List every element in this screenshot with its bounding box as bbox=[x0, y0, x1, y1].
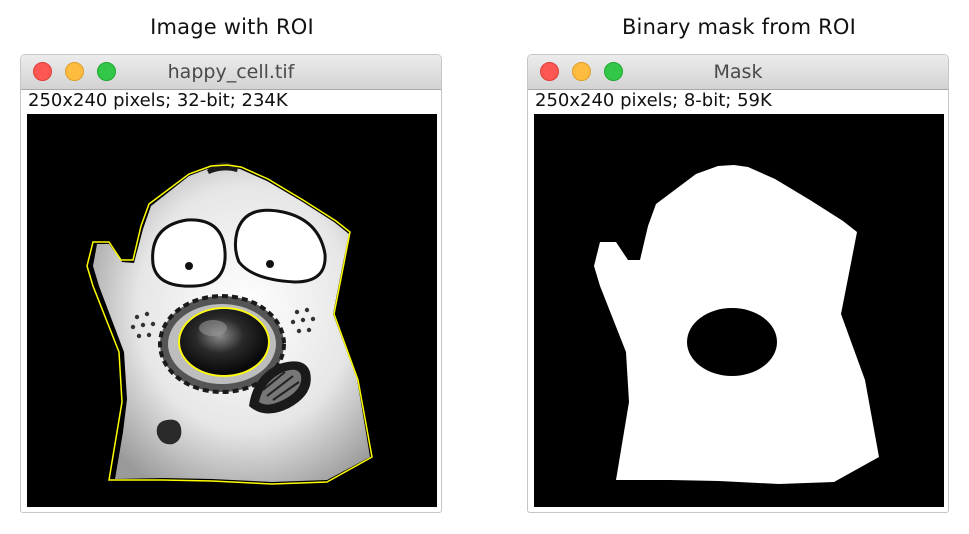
window-titlebar[interactable]: happy_cell.tif bbox=[21, 55, 441, 90]
window-titlebar[interactable]: Mask bbox=[528, 55, 948, 90]
left-eye bbox=[151, 218, 227, 288]
panel-caption: Image with ROI bbox=[150, 15, 314, 39]
mask-canvas[interactable] bbox=[534, 114, 944, 507]
image-window[interactable]: happy_cell.tif 250x240 pixels; 32-bit; 2… bbox=[20, 54, 442, 513]
right-pupil bbox=[266, 260, 274, 268]
nose bbox=[180, 309, 268, 375]
image-info: 250x240 pixels; 32-bit; 234K bbox=[28, 90, 288, 111]
window-title: happy_cell.tif bbox=[167, 61, 295, 83]
binary-mask-image bbox=[534, 114, 944, 507]
window-title: Mask bbox=[713, 61, 763, 83]
panel-caption: Binary mask from ROI bbox=[621, 15, 857, 39]
image-info: 250x240 pixels; 8-bit; 59K bbox=[535, 90, 772, 111]
happy-cell-image bbox=[27, 114, 437, 507]
mask-window[interactable]: Mask 250x240 pixels; 8-bit; 59K bbox=[527, 54, 949, 513]
image-canvas[interactable] bbox=[27, 114, 437, 507]
left-pupil bbox=[185, 262, 193, 270]
